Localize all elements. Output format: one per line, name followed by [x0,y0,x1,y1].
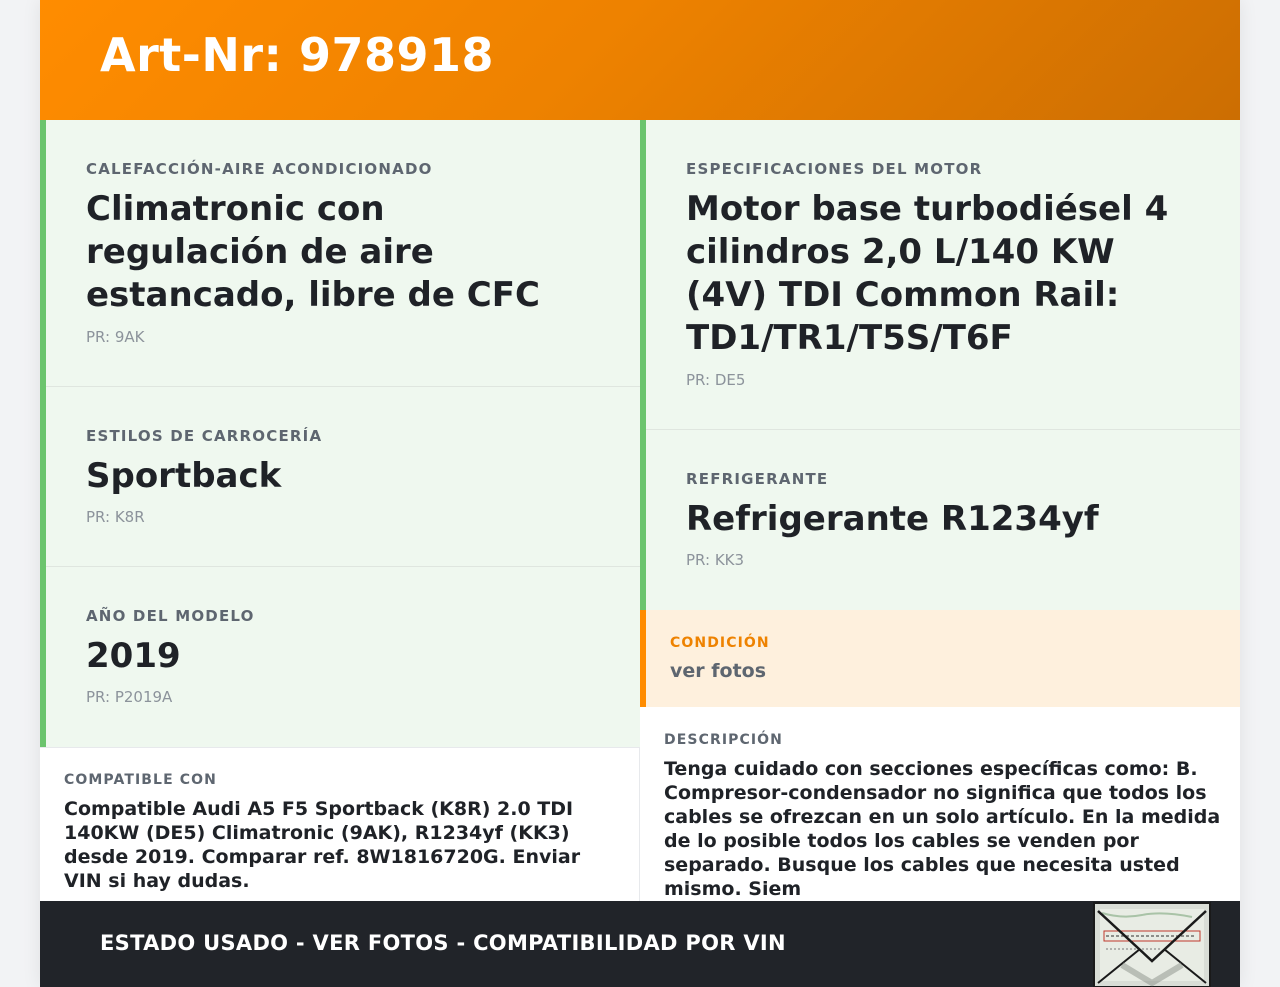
condition-card: CONDICIÓN ver fotos [640,610,1240,707]
spec-card-engine: ESPECIFICACIONES DEL MOTOR Motor base tu… [640,120,1240,430]
spec-card-refrigerant: REFRIGERANTE Refrigerante R1234yf PR: KK… [640,430,1240,610]
spec-label: AÑO DEL MODELO [86,607,255,625]
part-label-stamp-image [1092,901,1212,987]
footer-text: ESTADO USADO - VER FOTOS - COMPATIBILIDA… [100,931,786,955]
condition-label: CONDICIÓN [670,635,770,651]
spec-pr-code: PR: 9AK [86,328,145,346]
spec-value: Sportback [86,456,282,496]
spec-label: REFRIGERANTE [686,470,829,488]
compatible-text: Compatible Audi A5 F5 Sportback (K8R) 2.… [64,798,581,892]
description-text: Tenga cuidado con secciones específicas … [664,758,1221,900]
spec-value: Motor base turbodiésel 4 cilindros 2,0 L… [686,189,1169,358]
spec-card-model-year: AÑO DEL MODELO 2019 PR: P2019A [40,567,640,747]
description-label: DESCRIPCIÓN [664,732,783,748]
spec-value: 2019 [86,636,181,676]
footer-bar: ESTADO USADO - VER FOTOS - COMPATIBILIDA… [40,901,1240,987]
spec-value: Climatronic con regulación de aire estan… [86,189,540,315]
envelope-label-icon [1093,902,1211,987]
spec-label: ESPECIFICACIONES DEL MOTOR [686,160,983,178]
spec-card-body-style: ESTILOS DE CARROCERÍA Sportback PR: K8R [40,387,640,567]
product-sheet: Art-Nr: 978918 CALEFACCIÓN-AIRE ACONDICI… [40,0,1240,987]
spec-pr-code: PR: KK3 [686,551,745,569]
condition-value: ver fotos [670,660,767,682]
spec-card-climate: CALEFACCIÓN-AIRE ACONDICIONADO Climatron… [40,120,640,387]
spec-value: Refrigerante R1234yf [686,499,1099,539]
compatible-label: COMPATIBLE CON [64,772,217,788]
spec-label: CALEFACCIÓN-AIRE ACONDICIONADO [86,160,433,178]
article-number-title: Art-Nr: 978918 [100,28,495,82]
spec-pr-code: PR: DE5 [686,371,746,389]
spec-pr-code: PR: K8R [86,508,145,526]
spec-label: ESTILOS DE CARROCERÍA [86,427,323,445]
description-section: DESCRIPCIÓN Tenga cuidado con secciones … [640,707,1240,901]
header-banner: Art-Nr: 978918 [40,0,1240,120]
compatible-section: COMPATIBLE CON Compatible Audi A5 F5 Spo… [40,747,640,901]
spec-pr-code: PR: P2019A [86,688,173,706]
